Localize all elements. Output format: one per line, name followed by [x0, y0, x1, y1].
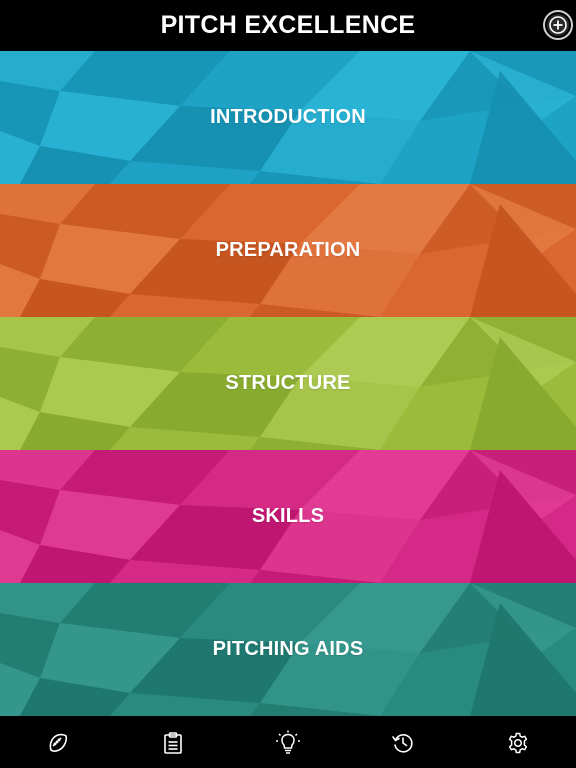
plus-circle-icon: [549, 16, 567, 34]
section-skills[interactable]: SKILLS: [0, 450, 576, 583]
history-icon: [392, 733, 413, 753]
app-header: PITCH EXCELLENCE: [0, 0, 576, 50]
section-label: PITCHING AIDS: [212, 638, 364, 660]
section-label: INTRODUCTION: [210, 106, 366, 128]
tab-pitch[interactable]: [1, 717, 115, 768]
lightbulb-icon: [275, 730, 300, 754]
section-list: INTRODUCTION PREPARATION STRUCTURE SKILL…: [0, 51, 576, 717]
clipboard-icon: [163, 731, 182, 754]
section-structure[interactable]: STRUCTURE: [0, 317, 576, 450]
section-preparation[interactable]: PREPARATION: [0, 184, 576, 317]
app-title: PITCH EXCELLENCE: [160, 10, 416, 39]
tab-tips[interactable]: [231, 717, 345, 768]
tab-settings[interactable]: [461, 717, 575, 768]
tab-bar: [0, 717, 576, 768]
section-label: PREPARATION: [215, 239, 361, 261]
add-button[interactable]: [543, 10, 573, 40]
tab-checklist[interactable]: [116, 717, 230, 768]
rugby-ball-icon: [49, 733, 67, 752]
settings-icon: [509, 732, 528, 753]
section-label: SKILLS: [251, 505, 325, 527]
section-pitching-aids[interactable]: PITCHING AIDS: [0, 583, 576, 716]
section-introduction[interactable]: INTRODUCTION: [0, 51, 576, 184]
section-label: STRUCTURE: [225, 372, 351, 394]
tab-history[interactable]: [346, 717, 460, 768]
